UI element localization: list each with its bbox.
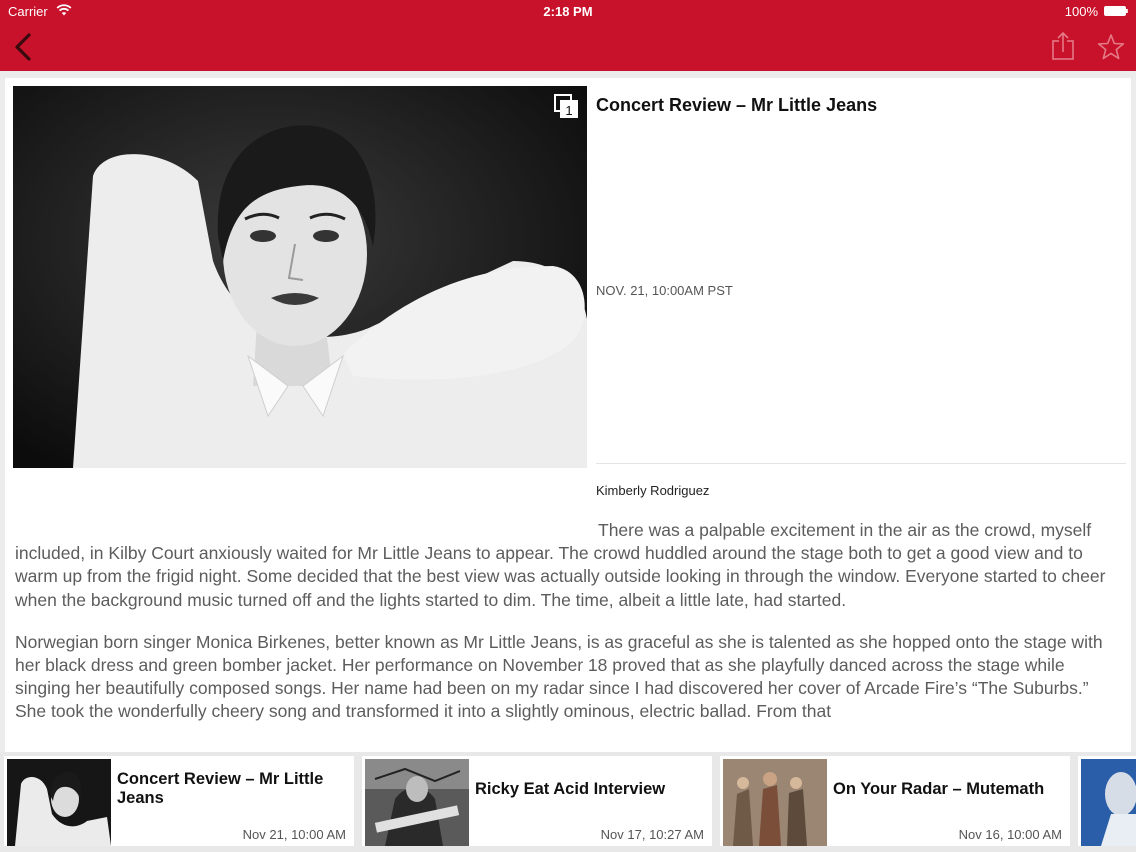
gallery-count-icon[interactable]: 1 bbox=[554, 94, 580, 120]
battery-icon bbox=[1104, 6, 1128, 16]
related-thumbnail bbox=[7, 759, 111, 846]
status-bar: Carrier 2:18 PM 100% bbox=[0, 0, 1136, 22]
article-body: There was a palpable excitement in the a… bbox=[15, 519, 1115, 743]
article-panel: 1 Concert Review – Mr Little Jeans NOV. … bbox=[5, 78, 1131, 752]
article-paragraph: There was a palpable excitement in the a… bbox=[15, 519, 1115, 612]
article-hero-photo[interactable] bbox=[13, 86, 587, 468]
related-date: Nov 17, 10:27 AM bbox=[600, 827, 704, 842]
article-title: Concert Review – Mr Little Jeans bbox=[596, 95, 878, 115]
navigation-bar: Carrier 2:18 PM 100% bbox=[0, 0, 1136, 71]
related-articles-strip[interactable]: Concert Review – Mr Little Jeans Nov 21,… bbox=[0, 752, 1136, 852]
related-article-card[interactable]: On Your Radar – Mutemath Nov 16, 10:00 A… bbox=[720, 756, 1070, 846]
related-article-card[interactable]: Concert Review – Mr Little Jeans Nov 21,… bbox=[4, 756, 354, 846]
back-button[interactable] bbox=[10, 32, 36, 62]
clock: 2:18 PM bbox=[543, 4, 593, 19]
related-article-card[interactable]: Ricky Eat Acid Interview Nov 17, 10:27 A… bbox=[362, 756, 712, 846]
portrait-photo bbox=[13, 86, 587, 468]
battery-percent: 100% bbox=[1064, 4, 1098, 19]
article-author: Kimberly Rodriguez bbox=[596, 483, 710, 498]
related-thumbnail bbox=[365, 759, 469, 846]
favorite-star-button[interactable] bbox=[1097, 33, 1125, 61]
related-thumbnail bbox=[1081, 759, 1136, 846]
article-date: NOV. 21, 10:00AM PST bbox=[596, 283, 733, 298]
related-title: Ricky Eat Acid Interview bbox=[475, 780, 666, 798]
related-date: Nov 21, 10:00 AM bbox=[242, 827, 346, 842]
gallery-count: 1 bbox=[565, 103, 572, 118]
related-article-card[interactable] bbox=[1078, 756, 1136, 846]
share-button[interactable] bbox=[1051, 31, 1075, 61]
divider bbox=[596, 463, 1126, 464]
related-title: On Your Radar – Mutemath bbox=[833, 780, 1045, 798]
paragraph-text: Norwegian born singer Monica Birkenes, b… bbox=[15, 631, 1103, 722]
article-paragraph: Norwegian born singer Monica Birkenes, b… bbox=[15, 631, 1115, 724]
related-title: Concert Review – Mr Little Jeans bbox=[117, 770, 324, 807]
related-date: Nov 16, 10:00 AM bbox=[958, 827, 1062, 842]
related-thumbnail bbox=[723, 759, 827, 846]
paragraph-text: There was a palpable excitement in the a… bbox=[15, 520, 1106, 610]
